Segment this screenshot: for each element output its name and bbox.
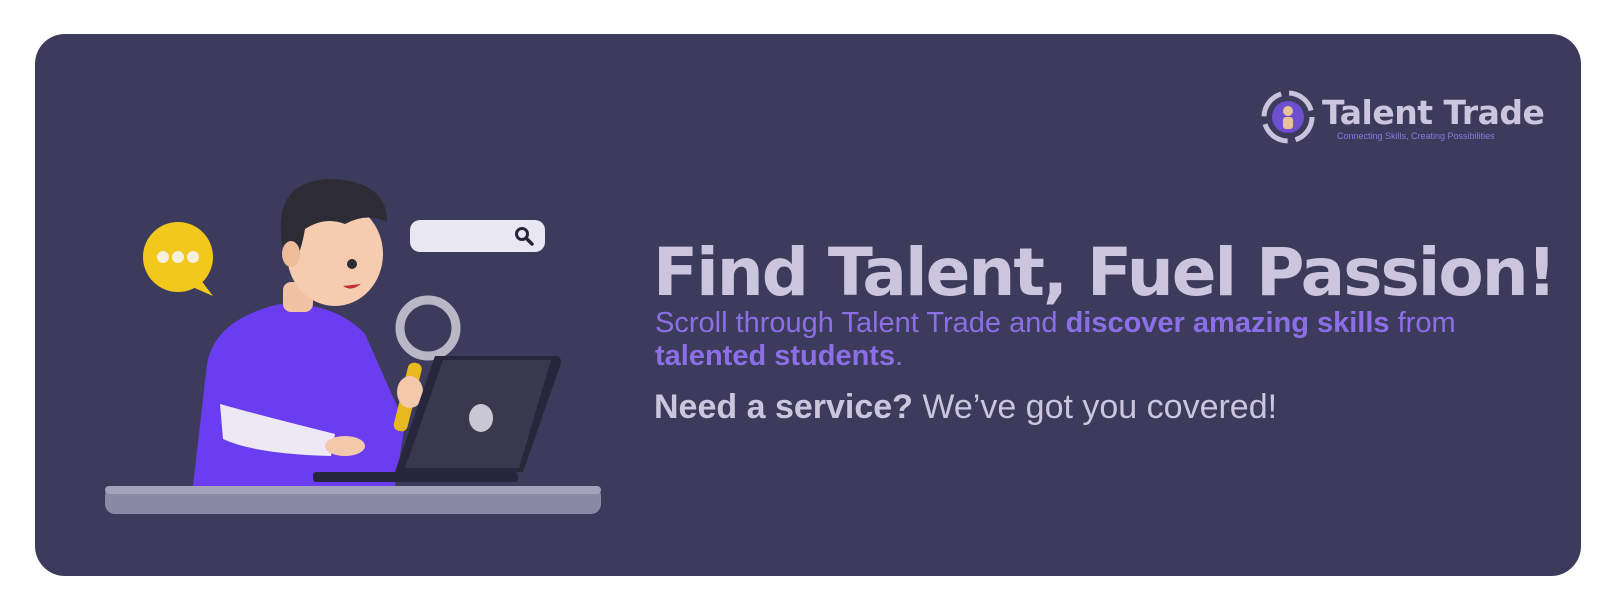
hero-subtext: Scroll through Talent Trade and discover… <box>655 307 1495 373</box>
search-bar-graphic <box>410 220 545 252</box>
cta-strong: Need a service? <box>654 388 913 426</box>
subtext-highlight-skills: discover amazing skills <box>1065 307 1390 339</box>
subtext-part1: Scroll through Talent Trade and <box>655 307 1066 339</box>
brand-logo[interactable]: Talent Trade Connecting Skills, Creating… <box>1260 89 1545 159</box>
brand-name: Talent Trade <box>1322 93 1545 132</box>
brand-tagline: Connecting Skills, Creating Possibilitie… <box>1337 131 1495 141</box>
hero-cta: Need a service? We’ve got you covered! <box>654 388 1277 427</box>
subtext-part2: from <box>1389 307 1456 339</box>
person <box>193 179 405 486</box>
subtext-part3: . <box>895 340 904 372</box>
hero-illustration <box>105 179 601 514</box>
desk <box>105 486 601 514</box>
hero-banner: Talent Trade Connecting Skills, Creating… <box>35 34 1581 576</box>
cta-rest: We’ve got you covered! <box>912 388 1278 426</box>
chat-bubble-icon <box>143 222 213 296</box>
subtext-highlight-students: talented students <box>655 340 896 372</box>
hero-headline: Find Talent, Fuel Passion! <box>653 234 1557 311</box>
logo-mark-icon <box>1261 90 1315 144</box>
